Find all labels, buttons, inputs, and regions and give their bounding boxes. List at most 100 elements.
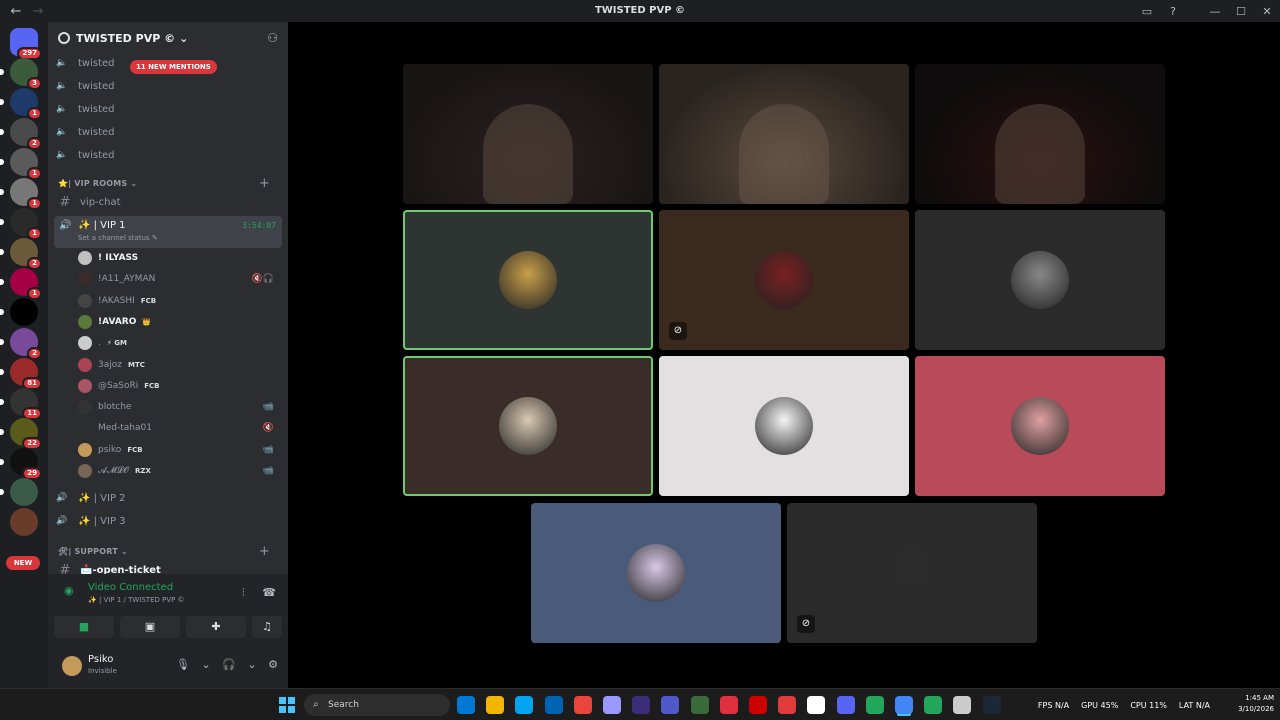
inbox-icon[interactable]: ▭	[1134, 5, 1160, 18]
voice-channel-twisted[interactable]: 🔈 twisted	[56, 145, 280, 165]
taskbar-search[interactable]: ⌕ Search	[304, 694, 450, 716]
server-icon[interactable]: 22	[0, 418, 42, 450]
taskbar-app-icon[interactable]	[953, 696, 972, 714]
taskbar-app-icon[interactable]	[544, 696, 563, 714]
new-unreads-pill[interactable]: NEW	[6, 556, 40, 570]
voice-channel-vip1[interactable]: 🔊 ✨ | VIP 1 3:54:07 Set a channel status…	[54, 216, 282, 248]
disconnect-icon[interactable]: ☎	[262, 586, 276, 599]
voice-member[interactable]: . ⚡ GM	[78, 333, 278, 353]
participant-tile[interactable]	[403, 356, 653, 496]
help-icon[interactable]: ?	[1160, 5, 1186, 18]
clock[interactable]: 1:45 AM 3/10/2026	[1238, 693, 1274, 715]
server-icon[interactable]	[0, 478, 38, 506]
add-channel-icon[interactable]: +	[259, 544, 270, 559]
chevron-down-icon[interactable]: ⌄	[201, 658, 210, 671]
soundboard-button[interactable]: ♫	[252, 616, 282, 638]
taskbar-app-icon[interactable]	[486, 696, 505, 714]
participant-tile[interactable]	[531, 503, 781, 643]
participant-tile[interactable]	[659, 356, 909, 496]
close-icon[interactable]: ✕	[1254, 5, 1280, 18]
channel-vip-chat[interactable]: # vip-chat	[56, 192, 280, 212]
participant-avatar	[627, 544, 685, 602]
voice-member[interactable]: Med-taha01 🔇	[78, 418, 278, 438]
server-icon[interactable]: 81	[0, 358, 42, 390]
server-icon[interactable]: 1	[0, 178, 42, 210]
taskbar-app-icon[interactable]	[865, 696, 884, 714]
voice-channel-twisted[interactable]: 🔈 twisted	[56, 76, 280, 96]
taskbar-app-icon[interactable]	[836, 696, 855, 714]
video-tile[interactable]	[659, 64, 909, 204]
taskbar-app-icon[interactable]	[924, 696, 943, 714]
signal-icon[interactable]: ◉	[64, 584, 74, 597]
guild-header[interactable]: TWISTED PVP © ⌄ ⚇	[48, 22, 288, 54]
video-tile[interactable]	[915, 64, 1165, 204]
category-support[interactable]: 🛠| SUPPORT ⌄ +	[58, 544, 278, 559]
start-button[interactable]	[279, 697, 295, 713]
maximize-icon[interactable]: ☐	[1228, 5, 1254, 18]
taskbar-app-icon[interactable]	[807, 696, 826, 714]
server-icon[interactable]	[0, 298, 38, 326]
chevron-down-icon[interactable]: ⌄	[247, 658, 256, 671]
taskbar-app-icon[interactable]	[632, 696, 651, 714]
voice-member[interactable]: blotche 📹	[78, 397, 278, 417]
headphones-icon[interactable]: 🎧	[222, 658, 236, 671]
server-icon[interactable]: 2	[0, 328, 42, 360]
server-icon[interactable]: 1	[0, 268, 42, 300]
voice-member[interactable]: 𝓐𝓜𝓛𝓞 RZX 📹	[78, 461, 278, 481]
server-icon[interactable]: 11	[0, 388, 42, 420]
participant-tile[interactable]	[915, 210, 1165, 350]
participant-tile[interactable]: ⊘	[787, 503, 1037, 643]
voice-channel-twisted[interactable]: 🔈 twisted	[56, 99, 280, 119]
minimize-icon[interactable]: —	[1202, 5, 1228, 18]
voice-member[interactable]: !AKASHI FCB	[78, 291, 278, 311]
taskbar-app-icon[interactable]	[895, 696, 913, 714]
server-icon[interactable]: 1	[0, 88, 42, 120]
voice-member[interactable]: !AVARO 👑	[78, 312, 278, 332]
taskbar-app-icon[interactable]	[749, 696, 767, 714]
activities-button[interactable]: ✚	[186, 616, 246, 638]
taskbar-app-icon[interactable]	[515, 696, 534, 714]
voice-member[interactable]: psiko FCB 📹	[78, 440, 278, 460]
taskbar-app-icon[interactable]	[690, 696, 709, 714]
voice-channel-link[interactable]: ✨ | VIP 1 / TWISTED PVP ©	[88, 596, 185, 604]
user-name[interactable]: Psiko	[88, 654, 113, 665]
server-icon[interactable]: 1	[0, 148, 42, 180]
server-icon[interactable]: 2	[0, 238, 42, 270]
voice-channel-vip3[interactable]: 🔊 ✨ | VIP 3	[56, 511, 280, 531]
taskbar-app-icon[interactable]	[661, 696, 680, 714]
server-icon[interactable]	[10, 508, 38, 536]
noise-suppression-icon[interactable]: ⫶	[242, 586, 245, 599]
voice-channel-vip2[interactable]: 🔊 ✨ | VIP 2	[56, 488, 280, 508]
server-icon[interactable]: 3	[0, 58, 42, 90]
new-mentions-pill[interactable]: 11 NEW MENTIONS	[130, 60, 217, 74]
voice-member[interactable]: 3ajoz MTC	[78, 355, 278, 375]
category-label: 🛠| SUPPORT ⌄	[58, 547, 128, 556]
taskbar-app-icon[interactable]	[778, 696, 797, 714]
voice-channel-twisted[interactable]: 🔈 twisted	[56, 122, 280, 142]
camera-button[interactable]: ■	[54, 616, 114, 638]
add-channel-icon[interactable]: +	[259, 176, 270, 191]
server-icon[interactable]: 297	[10, 28, 42, 60]
server-icon[interactable]: 1	[0, 208, 42, 240]
voice-member[interactable]: @SaSoRi FCB	[78, 376, 278, 396]
participant-tile[interactable]	[403, 210, 653, 350]
participant-tile[interactable]	[915, 356, 1165, 496]
taskbar-app-icon[interactable]	[457, 696, 475, 714]
voice-member[interactable]: !A11_AYMAN 🔇🎧	[78, 269, 278, 289]
screenshare-button[interactable]: ▣	[120, 616, 180, 638]
taskbar-app-icon[interactable]	[982, 696, 1001, 714]
taskbar-app-icon[interactable]	[719, 696, 738, 714]
microphone-icon[interactable]: 🎙	[176, 658, 190, 671]
server-icon[interactable]: 29	[0, 448, 42, 480]
gear-icon[interactable]: ⚙	[268, 658, 278, 671]
category-vip-rooms[interactable]: ⭐| VIP ROOMS ⌄ +	[58, 176, 278, 191]
add-member-icon[interactable]: ⚇	[267, 31, 278, 45]
taskbar-app-icon[interactable]	[603, 696, 621, 714]
set-channel-status[interactable]: Set a channel status ✎	[78, 234, 158, 242]
avatar[interactable]	[62, 656, 82, 676]
server-icon[interactable]: 2	[0, 118, 42, 150]
video-tile[interactable]	[403, 64, 653, 204]
voice-member[interactable]: ! ILYASS	[78, 248, 278, 268]
participant-tile[interactable]: ⊘	[659, 210, 909, 350]
taskbar-app-icon[interactable]	[573, 696, 592, 714]
